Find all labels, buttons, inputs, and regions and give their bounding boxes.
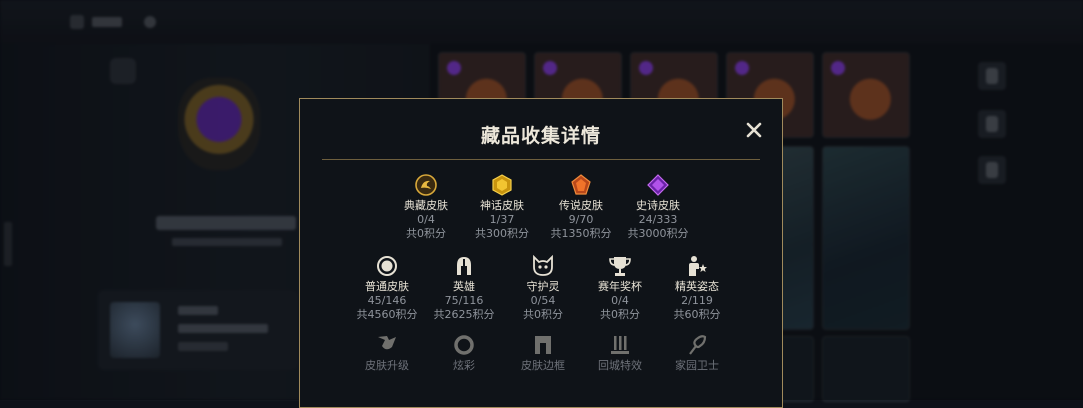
collection-item[interactable]: 炫彩 — [424, 334, 504, 373]
modal-title: 藏品收集详情 — [480, 125, 601, 147]
item-points: 共0积分 — [406, 227, 446, 240]
item-name: 皮肤边框 — [521, 359, 565, 372]
frame-icon — [535, 336, 551, 354]
item-count: 24/333 — [638, 213, 678, 226]
item-count: 45/146 — [367, 294, 407, 307]
item-name: 家园卫士 — [675, 359, 719, 372]
collection-item[interactable]: 回城特效 — [580, 334, 660, 373]
item-points: 共0积分 — [600, 308, 640, 321]
item-name: 炫彩 — [453, 359, 475, 372]
circle-skin-icon — [377, 256, 397, 276]
item-points: 共60积分 — [673, 308, 721, 321]
cat-face-icon — [533, 255, 553, 276]
item-count: 0/4 — [611, 294, 629, 307]
item-count: 0/54 — [530, 294, 556, 307]
collection-item[interactable]: 神话皮肤 1/37 共300积分 — [462, 174, 542, 241]
collection-item[interactable]: 英雄 75/116 共2625积分 — [424, 255, 504, 322]
dragon-gem-icon — [415, 174, 437, 196]
collection-item[interactable]: 皮肤边框 — [503, 334, 583, 373]
collection-item[interactable]: 精英姿态 2/119 共60积分 — [657, 255, 737, 322]
collection-item[interactable]: 普通皮肤 45/146 共4560积分 — [347, 255, 427, 322]
yellow-gem-icon — [492, 174, 512, 196]
item-name: 传说皮肤 — [559, 199, 603, 212]
purple-gem-icon — [647, 174, 669, 196]
collection-item[interactable]: 皮肤升级 — [347, 334, 427, 373]
ring-icon — [454, 335, 474, 355]
item-count: 2/119 — [681, 294, 713, 307]
collection-item[interactable]: 史诗皮肤 24/333 共3000积分 — [618, 174, 698, 241]
trophy-icon — [609, 257, 631, 276]
item-name: 赛年奖杯 — [598, 280, 642, 293]
helmet-icon — [457, 257, 471, 275]
item-name: 英雄 — [453, 280, 475, 293]
orange-gem-icon — [571, 174, 591, 195]
item-name: 史诗皮肤 — [636, 199, 680, 212]
item-count: 1/37 — [489, 213, 515, 226]
recall-icon — [611, 336, 629, 354]
collection-item[interactable]: 守护灵 0/54 共0积分 — [503, 255, 583, 322]
mask-icon — [378, 336, 396, 350]
item-name: 典藏皮肤 — [404, 199, 448, 212]
item-name: 精英姿态 — [675, 280, 719, 293]
item-name: 回城特效 — [598, 359, 642, 372]
item-points: 共3000积分 — [627, 227, 689, 240]
collection-item[interactable]: 传说皮肤 9/70 共1350积分 — [541, 174, 621, 241]
item-count: 0/4 — [417, 213, 435, 226]
title-divider — [322, 159, 760, 160]
item-points: 共0积分 — [523, 308, 563, 321]
item-name: 皮肤升级 — [365, 359, 409, 372]
collection-detail-modal: 藏品收集详情 典藏皮肤 0/4 共0积分 神话皮肤 1/37 共300积分 传说… — [299, 98, 783, 408]
item-name: 守护灵 — [526, 280, 560, 293]
item-name: 普通皮肤 — [365, 280, 409, 293]
item-points: 共300积分 — [475, 227, 529, 240]
close-button[interactable] — [743, 119, 765, 141]
feather-icon — [689, 335, 707, 355]
collection-item[interactable]: 典藏皮肤 0/4 共0积分 — [386, 174, 466, 241]
item-points: 共1350积分 — [550, 227, 612, 240]
item-points: 共4560积分 — [356, 308, 418, 321]
pose-icon — [689, 256, 707, 276]
item-count: 75/116 — [444, 294, 484, 307]
item-points: 共2625积分 — [433, 308, 495, 321]
item-name: 神话皮肤 — [480, 199, 524, 212]
item-count: 9/70 — [568, 213, 594, 226]
collection-item[interactable]: 家园卫士 — [657, 334, 737, 373]
collection-item[interactable]: 赛年奖杯 0/4 共0积分 — [580, 255, 660, 322]
close-icon — [746, 122, 762, 138]
